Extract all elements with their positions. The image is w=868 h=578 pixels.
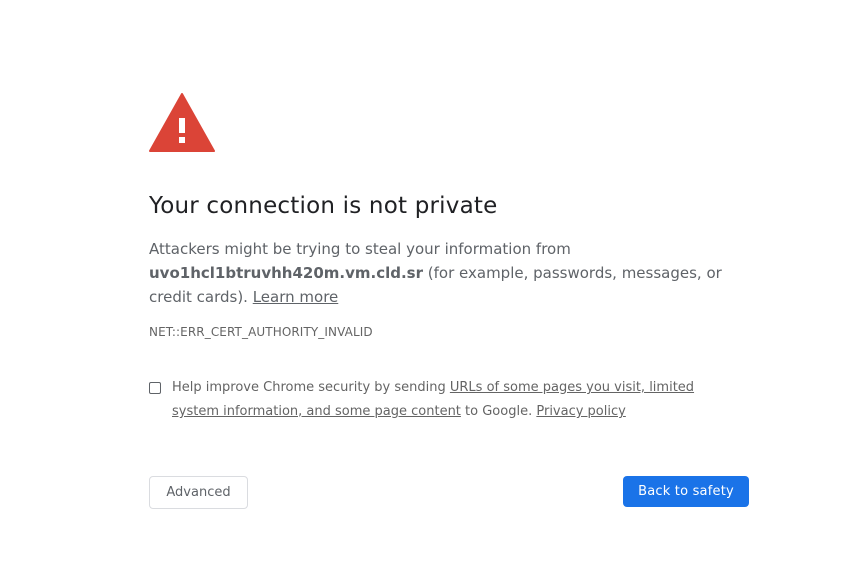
opt-in-label: Help improve Chrome security by sending … — [172, 376, 729, 424]
page-title: Your connection is not private — [149, 193, 498, 219]
hostname: uvo1hcl1btruvhh420m.vm.cld.sr — [149, 264, 424, 282]
advanced-button[interactable]: Advanced — [149, 476, 248, 509]
opt-in-prefix: Help improve Chrome security by sending — [172, 380, 450, 395]
learn-more-link[interactable]: Learn more — [253, 288, 339, 306]
interstitial-content: Your connection is not private Attackers… — [149, 92, 749, 509]
error-code: NET::ERR_CERT_AUTHORITY_INVALID — [149, 325, 373, 339]
warning-triangle-icon — [149, 93, 215, 152]
opt-in-checkbox[interactable] — [149, 382, 161, 394]
privacy-policy-link[interactable]: Privacy policy — [536, 404, 625, 419]
opt-in-middle: to Google. — [460, 404, 537, 419]
back-to-safety-button[interactable]: Back to safety — [623, 476, 749, 507]
explanation-lead: Attackers might be trying to steal your … — [149, 240, 571, 258]
safe-browsing-opt-in: Help improve Chrome security by sending … — [149, 376, 729, 424]
explanation-text: Attackers might be trying to steal your … — [149, 237, 739, 309]
